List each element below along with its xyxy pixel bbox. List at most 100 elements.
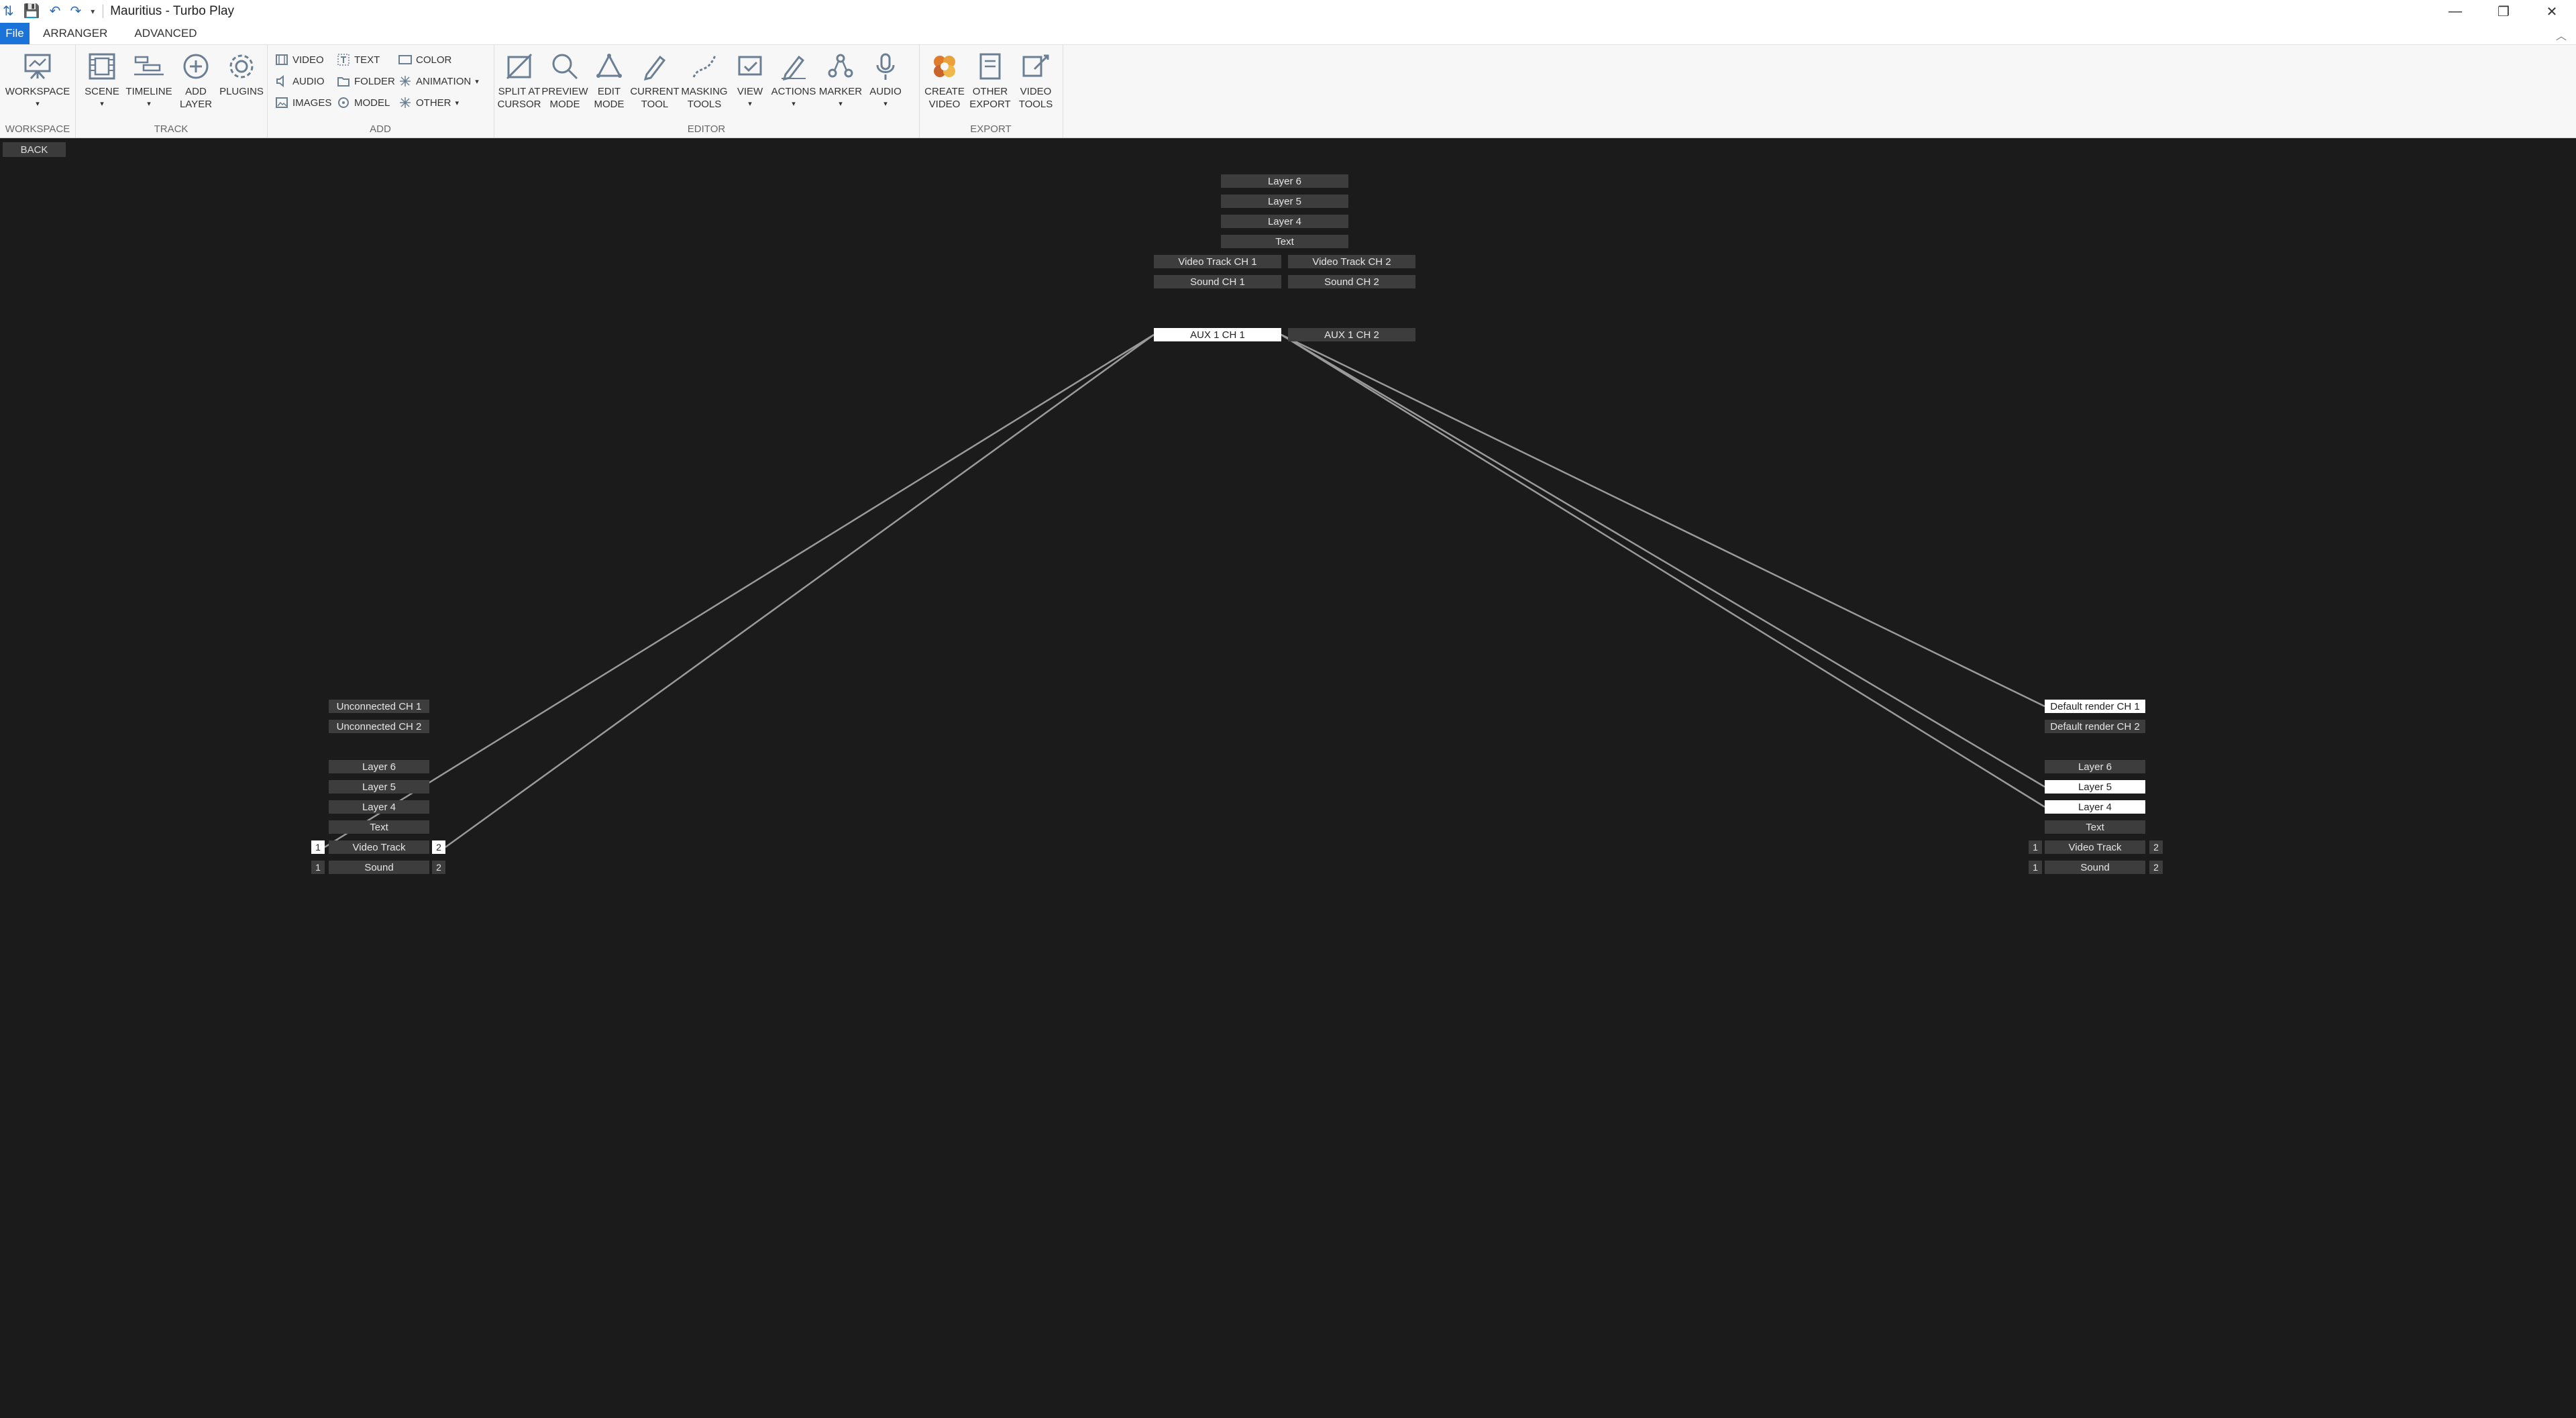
left-layer-4-node[interactable]: Layer 4 (329, 800, 429, 814)
undo-icon[interactable]: ↶ (50, 5, 61, 18)
default-render-ch1-node[interactable]: Default render CH 1 (2045, 700, 2145, 713)
minimize-icon[interactable]: — (2431, 0, 2479, 23)
aux-layer-6-node[interactable]: Layer 6 (1221, 174, 1348, 188)
view-button[interactable]: VIEW ▾ (730, 50, 770, 111)
other-export-button[interactable]: OTHER EXPORT (967, 50, 1013, 111)
scene-button[interactable]: SCENE ▾ (82, 50, 122, 111)
right-layer-6-node[interactable]: Layer 6 (2045, 760, 2145, 773)
right-layer-5-node[interactable]: Layer 5 (2045, 780, 2145, 794)
add-video-button[interactable]: VIDEO (275, 53, 324, 66)
aux-video-track-ch2-node[interactable]: Video Track CH 2 (1288, 255, 1415, 268)
app-logo-icon: ⇅ (3, 4, 14, 19)
dropdown-arrow-icon: ▾ (36, 100, 40, 108)
timeline-icon (133, 50, 165, 83)
add-animation-button[interactable]: ANIMATION ▾ (398, 74, 479, 88)
add-folder-button[interactable]: FOLDER (337, 74, 395, 88)
aux1-ch2-node[interactable]: AUX 1 CH 2 (1288, 328, 1415, 341)
aux-sound-ch2-node[interactable]: Sound CH 2 (1288, 275, 1415, 288)
other-icon (398, 96, 412, 109)
aux-layer-4-node[interactable]: Layer 4 (1221, 215, 1348, 228)
add-audio-button[interactable]: AUDIO (275, 74, 325, 88)
tab-file[interactable]: File (0, 23, 30, 44)
unconnected-ch2-node[interactable]: Unconnected CH 2 (329, 720, 429, 733)
ribbon-group-editor: SPLIT AT CURSOR PREVIEW MODE EDIT MODE C… (494, 45, 920, 138)
right-video-track-port-2[interactable]: 2 (2149, 840, 2163, 854)
wire-aux-to-default-render-ch1 (1281, 333, 2045, 708)
wire-aux-to-right-layer5 (1281, 333, 2045, 788)
add-layer-button[interactable]: ADD LAYER (176, 50, 216, 111)
left-video-track-port-1[interactable]: 1 (311, 840, 325, 854)
actions-icon (777, 50, 810, 83)
collapse-ribbon-icon[interactable]: ︿ (2556, 27, 2567, 43)
create-video-icon (928, 50, 961, 83)
right-sound-node[interactable]: Sound (2045, 861, 2145, 874)
left-layer-5-node[interactable]: Layer 5 (329, 780, 429, 794)
add-text-button[interactable]: TEXT (337, 53, 380, 66)
title-bar: ⇅ 💾 ↶ ↷ ▾ Mauritius - Turbo Play — ❐ ✕ (0, 0, 2576, 23)
left-sound-port-2[interactable]: 2 (432, 861, 445, 874)
aux1-ch1-node[interactable]: AUX 1 CH 1 (1154, 328, 1281, 341)
close-icon[interactable]: ✕ (2528, 0, 2576, 23)
right-sound-port-2[interactable]: 2 (2149, 861, 2163, 874)
right-sound-port-1[interactable]: 1 (2029, 861, 2042, 874)
unconnected-ch1-node[interactable]: Unconnected CH 1 (329, 700, 429, 713)
default-render-ch2-node[interactable]: Default render CH 2 (2045, 720, 2145, 733)
add-model-button[interactable]: MODEL (337, 96, 390, 109)
wire-aux-to-right-layer4 (1281, 333, 2045, 808)
plugins-button[interactable]: PLUGINS (219, 50, 264, 98)
preview-icon (549, 50, 581, 83)
masking-tools-button[interactable]: MASKING TOOLS (679, 50, 730, 111)
speaker-icon (275, 74, 288, 88)
workspace-button[interactable]: WORKSPACE ▾ (5, 50, 70, 111)
add-other-button[interactable]: OTHER ▾ (398, 96, 459, 109)
redo-icon[interactable]: ↷ (70, 5, 81, 18)
tab-arranger[interactable]: ARRANGER (30, 23, 121, 44)
window-controls: — ❐ ✕ (2431, 0, 2576, 23)
back-button[interactable]: BACK (3, 142, 66, 157)
view-icon (734, 50, 766, 83)
ribbon-group-add: VIDEO AUDIO IMAGES TEXT FOLDER MODEL COL… (267, 45, 494, 138)
timeline-button[interactable]: TIMELINE ▾ (123, 50, 174, 111)
window-title: Mauritius - Turbo Play (110, 4, 235, 18)
right-video-track-node[interactable]: Video Track (2045, 840, 2145, 854)
preview-mode-button[interactable]: PREVIEW MODE (541, 50, 588, 111)
create-video-button[interactable]: CREATE VIDEO (922, 50, 967, 111)
dropdown-arrow-icon: ▾ (839, 100, 843, 108)
ribbon: WORKSPACE ▾ WORKSPACE SCENE ▾ TIMELINE ▾… (0, 44, 2576, 138)
customize-toolbar-icon[interactable]: ▾ (91, 7, 95, 15)
dropdown-arrow-icon: ▾ (792, 100, 796, 108)
restore-icon[interactable]: ❐ (2479, 0, 2528, 23)
left-video-track-port-2[interactable]: 2 (432, 840, 445, 854)
right-text-node[interactable]: Text (2045, 820, 2145, 834)
aux-text-node[interactable]: Text (1221, 235, 1348, 248)
export-icon (974, 50, 1006, 83)
left-sound-port-1[interactable]: 1 (311, 861, 325, 874)
left-layer-6-node[interactable]: Layer 6 (329, 760, 429, 773)
dropdown-arrow-icon: ▾ (748, 100, 752, 108)
save-icon[interactable]: 💾 (23, 5, 40, 18)
right-video-track-port-1[interactable]: 1 (2029, 840, 2042, 854)
marker-button[interactable]: MARKER ▾ (817, 50, 864, 111)
video-tools-button[interactable]: VIDEO TOOLS (1013, 50, 1059, 111)
film-icon (275, 53, 288, 66)
left-text-node[interactable]: Text (329, 820, 429, 834)
right-layer-4-node[interactable]: Layer 4 (2045, 800, 2145, 814)
tab-advanced[interactable]: ADVANCED (121, 23, 210, 44)
aux-layer-5-node[interactable]: Layer 5 (1221, 195, 1348, 208)
current-tool-button[interactable]: CURRENT TOOL (630, 50, 680, 111)
actions-button[interactable]: ACTIONS ▾ (770, 50, 817, 111)
ribbon-group-workspace: WORKSPACE ▾ WORKSPACE (0, 45, 76, 138)
ribbon-group-export: CREATE VIDEO OTHER EXPORT VIDEO TOOLS EX… (919, 45, 1063, 138)
aux-video-track-ch1-node[interactable]: Video Track CH 1 (1154, 255, 1281, 268)
split-at-cursor-button[interactable]: SPLIT AT CURSOR (496, 50, 542, 111)
audio-tools-button[interactable]: AUDIO ▾ (864, 50, 907, 111)
mask-icon (688, 50, 720, 83)
add-color-button[interactable]: COLOR (398, 53, 451, 66)
add-images-button[interactable]: IMAGES (275, 96, 331, 109)
left-video-track-node[interactable]: Video Track (329, 840, 429, 854)
video-tools-icon (1020, 50, 1052, 83)
dropdown-arrow-icon: ▾ (455, 99, 460, 107)
edit-mode-button[interactable]: EDIT MODE (588, 50, 631, 111)
aux-sound-ch1-node[interactable]: Sound CH 1 (1154, 275, 1281, 288)
left-sound-node[interactable]: Sound (329, 861, 429, 874)
